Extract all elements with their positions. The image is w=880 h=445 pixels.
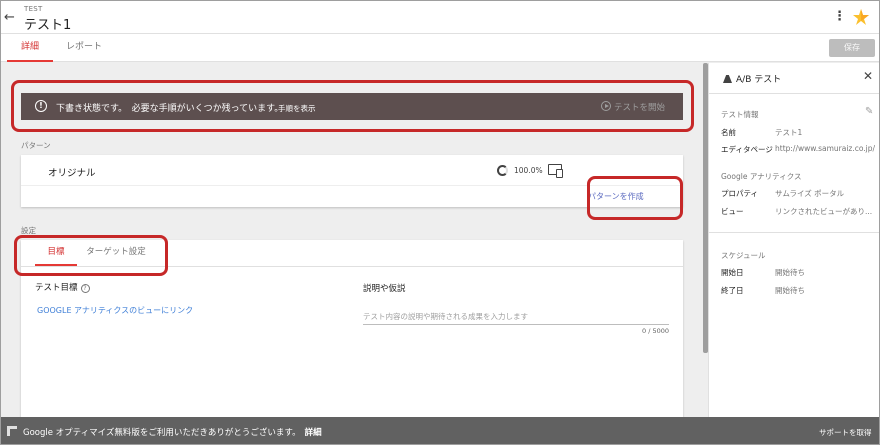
app-window: ← TEST テスト1 ⋮ 詳細 レポート 保存 ! 下書き状態です。 必要な手… xyxy=(0,0,880,445)
description-counter: 0 / 5000 xyxy=(642,327,669,335)
create-pattern-button[interactable]: パターンを作成 xyxy=(588,191,644,202)
traffic-percent[interactable]: 100.0% xyxy=(514,166,543,175)
help-icon[interactable]: ? xyxy=(80,284,90,293)
tab-details[interactable]: 詳細 xyxy=(7,34,53,62)
close-icon[interactable]: ✕ xyxy=(863,69,873,83)
alert-icon: ! xyxy=(35,100,47,112)
tab-report[interactable]: レポート xyxy=(59,34,109,62)
test-info-label: テスト情報 xyxy=(721,110,759,119)
settings-tab-divider xyxy=(21,266,683,267)
breadcrumb[interactable]: TEST xyxy=(24,5,43,13)
description-label: 説明や仮説 xyxy=(363,284,406,294)
side-divider xyxy=(709,93,879,94)
footer-message: Google オプティマイズ無料版をご利用いただきありがとうございます。 詳細 xyxy=(23,426,322,438)
description-input[interactable]: テスト内容の説明や期待される成果を入力します xyxy=(363,311,669,325)
start-test-button[interactable]: テストを開始 xyxy=(601,101,665,113)
arrow-left-icon[interactable]: ← xyxy=(4,10,15,25)
traffic-ring-icon xyxy=(497,165,508,176)
footer-bar: Google オプティマイズ無料版をご利用いただきありがとうございます。 詳細 サ… xyxy=(1,417,879,444)
name-key: 名前 xyxy=(721,128,736,137)
view-key: ビュー xyxy=(721,207,744,216)
footer-message-text: Google オプティマイズ無料版をご利用いただきありがとうございます。 xyxy=(23,428,301,438)
devices-icon[interactable] xyxy=(548,164,563,178)
end-date-key: 終了日 xyxy=(721,286,744,295)
pattern-original-name[interactable]: オリジナル xyxy=(48,165,96,179)
pencil-icon[interactable]: ✎ xyxy=(865,106,873,117)
optimize-small-icon xyxy=(7,426,17,436)
start-date-value: 開始待ち xyxy=(775,268,805,277)
editor-page-value[interactable]: http://www.samuraiz.co.jp/... xyxy=(775,144,875,153)
name-value: テスト1 xyxy=(775,128,803,137)
test-goal-text: テスト目標 xyxy=(35,283,78,293)
side-panel-title-text: A/B テスト xyxy=(736,75,782,85)
pattern-section-label: パターン xyxy=(21,141,51,150)
draft-warning-banner: ! 下書き状態です。 必要な手順がいくつか残っています。 手順を表示 テストを開… xyxy=(21,93,683,120)
end-date-value: 開始待ち xyxy=(775,286,805,295)
side-divider xyxy=(709,232,879,233)
side-panel-title: A/B テスト xyxy=(723,72,781,85)
property-key: プロパティ xyxy=(721,189,759,198)
settings-section-label: 設定 xyxy=(21,226,36,235)
play-circle-icon xyxy=(601,101,611,111)
schedule-label: スケジュール xyxy=(721,251,766,260)
tab-goal[interactable]: 目標 xyxy=(35,241,77,266)
show-steps-link[interactable]: 手順を表示 xyxy=(278,103,316,114)
optimize-logo-icon[interactable] xyxy=(851,7,871,27)
pattern-card: オリジナル 100.0% xyxy=(21,155,683,207)
save-button[interactable]: 保存 xyxy=(829,39,875,57)
property-value: サムライズ ポータル xyxy=(775,189,845,198)
view-value: リンクされたビューがあり... xyxy=(775,207,873,216)
tab-targeting[interactable]: ターゲット設定 xyxy=(83,241,149,266)
warning-message: 下書き状態です。 必要な手順がいくつか残っています。 xyxy=(56,104,284,114)
app-header: ← TEST テスト1 ⋮ xyxy=(1,1,879,34)
tab-bar: 詳細 レポート 保存 xyxy=(1,34,879,62)
pattern-divider xyxy=(21,185,683,186)
ga-section-label: Google アナリティクス xyxy=(721,172,802,181)
side-panel: A/B テスト ✕ テスト情報 ✎ 名前 テスト1 エディタページ http:/… xyxy=(708,63,879,417)
start-test-label: テストを開始 xyxy=(614,103,666,113)
kebab-icon[interactable]: ⋮ xyxy=(833,9,846,24)
editor-page-key: エディタページ xyxy=(721,145,773,154)
link-ga-view-link[interactable]: GOOGLE アナリティクスのビューにリンク xyxy=(37,305,193,316)
get-support-link[interactable]: サポートを取得 xyxy=(819,427,872,438)
footer-detail-link[interactable]: 詳細 xyxy=(305,428,322,438)
start-date-key: 開始日 xyxy=(721,268,744,277)
test-goal-label: テスト目標? xyxy=(35,281,90,293)
page-title: テスト1 xyxy=(24,18,72,33)
flask-icon xyxy=(723,75,732,83)
